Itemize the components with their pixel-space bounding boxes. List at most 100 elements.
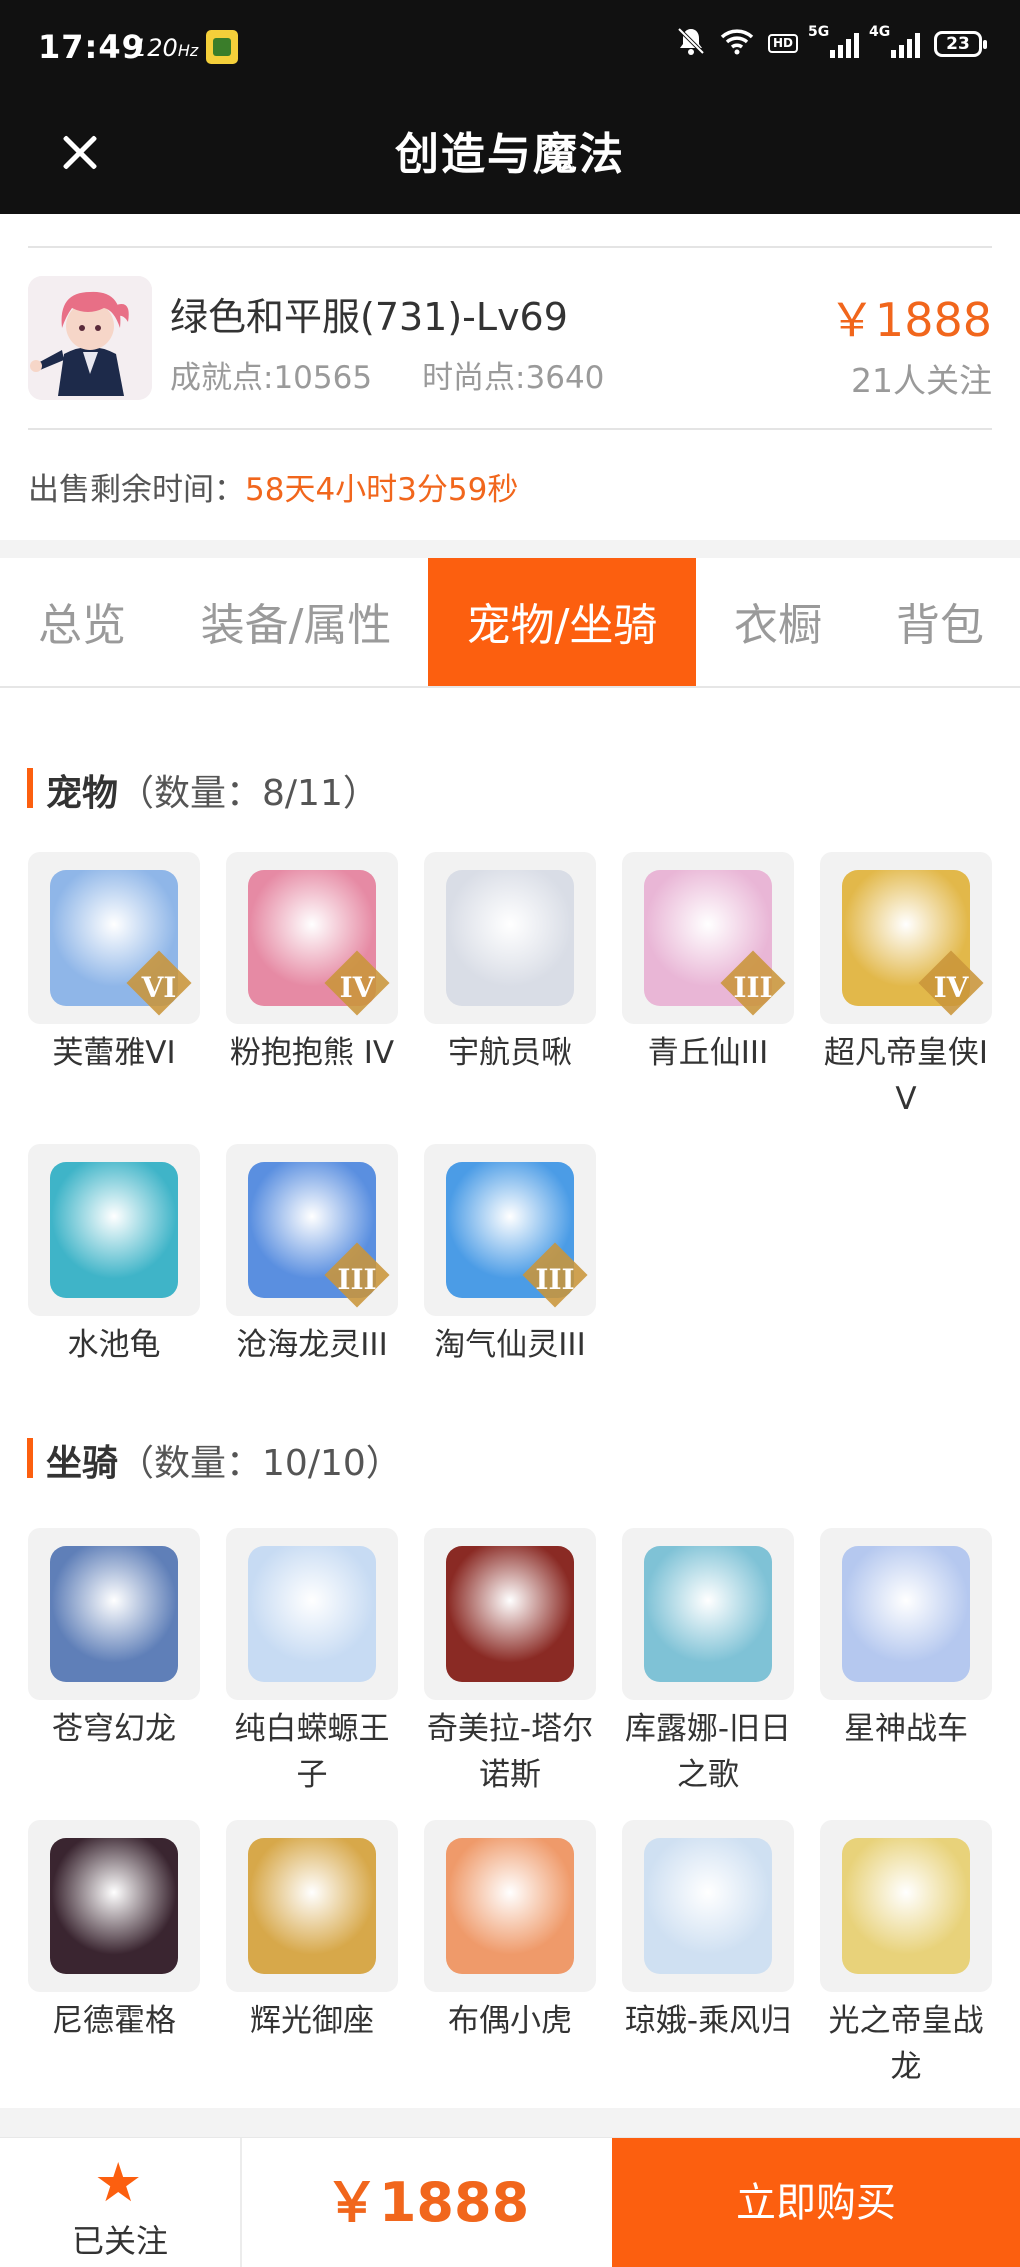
- title-bar: 创造与魔法: [0, 92, 1020, 214]
- grid-item[interactable]: IV 粉抱抱熊 IV: [226, 852, 398, 1076]
- grid-item[interactable]: 纯白蝾螈王子: [226, 1528, 398, 1798]
- item-name: 琼娥-乘风归: [624, 2003, 792, 2039]
- item-thumbnail: [622, 1820, 794, 1992]
- character-price: ￥1888: [828, 293, 992, 347]
- item-thumbnail: [622, 1528, 794, 1700]
- app-notification-icon: [206, 30, 238, 64]
- item-thumbnail: [226, 1820, 398, 1992]
- bottom-bar: ★ 已关注 ￥1888 立即购买: [0, 2137, 1020, 2267]
- item-name: 尼德霍格: [52, 2003, 176, 2039]
- grid-item[interactable]: 水池龟: [28, 1144, 200, 1368]
- achievement-points: 成就点:10565: [170, 360, 373, 396]
- item-art: [248, 1546, 376, 1682]
- item-thumbnail: [226, 1528, 398, 1700]
- item-name: 纯白蝾螈王子: [234, 1711, 390, 1793]
- mute-bell-icon: [676, 26, 706, 61]
- item-name: 光之帝皇战龙: [828, 2003, 984, 2085]
- grid-item[interactable]: 奇美拉-塔尔诺斯: [424, 1528, 596, 1798]
- item-thumbnail: [820, 1528, 992, 1700]
- item-thumbnail: IV: [820, 852, 992, 1024]
- grid-item[interactable]: 布偶小虎: [424, 1820, 596, 2044]
- item-name: 布偶小虎: [448, 2003, 572, 2039]
- character-avatar: [28, 276, 152, 400]
- item-name: 粉抱抱熊 IV: [229, 1035, 395, 1071]
- grid-item[interactable]: III 沧海龙灵III: [226, 1144, 398, 1368]
- item-thumbnail: [28, 1820, 200, 1992]
- grid-item[interactable]: III 淘气仙灵III: [424, 1144, 596, 1368]
- item-art: [50, 1162, 178, 1298]
- status-icons: HD 5G 4G 23: [676, 24, 987, 61]
- tab-overview[interactable]: 总览: [0, 558, 164, 686]
- item-name: 苍穹幻龙: [52, 1711, 176, 1747]
- item-name: 淘气仙灵III: [434, 1327, 586, 1363]
- grid-item[interactable]: VI 芙蕾雅VI: [28, 852, 200, 1076]
- page-title: 创造与魔法: [395, 129, 625, 180]
- item-name: 水池龟: [67, 1327, 161, 1363]
- mounts-count: （数量：10/10）: [118, 1443, 402, 1484]
- follow-button[interactable]: ★ 已关注: [0, 2138, 242, 2267]
- item-art: [50, 1838, 178, 1974]
- item-name: 青丘仙III: [647, 1035, 769, 1071]
- item-art: [644, 1838, 772, 1974]
- item-thumbnail: III: [424, 1144, 596, 1316]
- character-stats: 成就点:10565 时尚点:3640: [170, 352, 604, 397]
- hd-icon: HD: [767, 33, 798, 54]
- item-name: 芙蕾雅VI: [52, 1035, 176, 1071]
- item-name: 超凡帝皇侠IV: [823, 1035, 989, 1117]
- item-thumbnail: [424, 1528, 596, 1700]
- grid-item[interactable]: 苍穹幻龙: [28, 1528, 200, 1752]
- grid-item[interactable]: 光之帝皇战龙: [820, 1820, 992, 2090]
- tab-bar: 总览 装备/属性 宠物/坐骑 衣橱 背包: [0, 558, 1020, 688]
- item-name: 宇航员啾: [448, 1035, 572, 1071]
- grid-item[interactable]: 琼娥-乘风归: [622, 1820, 794, 2044]
- wifi-icon: [720, 27, 754, 60]
- item-thumbnail: III: [226, 1144, 398, 1316]
- item-name: 库露娜-旧日之歌: [624, 1711, 792, 1793]
- tab-backpack[interactable]: 背包: [860, 558, 1020, 686]
- character-card[interactable]: 绿色和平服(731)-Lv69 成就点:10565 时尚点:3640 ￥1888 …: [0, 214, 1020, 540]
- item-thumbnail: [28, 1528, 200, 1700]
- remaining-time: 出售剩余时间：58天4小时3分59秒: [28, 472, 519, 508]
- grid-item[interactable]: 星神战车: [820, 1528, 992, 1752]
- item-name: 沧海龙灵III: [236, 1327, 388, 1363]
- tab-wardrobe[interactable]: 衣橱: [696, 558, 860, 686]
- status-time: 17:49: [38, 28, 145, 66]
- buy-now-button[interactable]: 立即购买: [612, 2138, 1020, 2267]
- tier-badge-text: III: [535, 1263, 575, 1296]
- refresh-rate: 120Hz: [132, 34, 199, 62]
- signal-5g-icon: 5G: [808, 24, 859, 58]
- item-thumbnail: [424, 852, 596, 1024]
- grid-item[interactable]: IV 超凡帝皇侠IV: [820, 852, 992, 1122]
- remaining-time-value: 58天4小时3分59秒: [245, 472, 519, 508]
- item-name: 辉光御座: [250, 2003, 374, 2039]
- item-thumbnail: [424, 1820, 596, 1992]
- item-art: [842, 1546, 970, 1682]
- item-thumbnail: [28, 1144, 200, 1316]
- status-bar: 17:49 120Hz HD 5G 4G 23: [0, 0, 1020, 92]
- item-thumbnail: [820, 1820, 992, 1992]
- pets-section-title: 宠物（数量：8/11）: [27, 764, 379, 816]
- signal-4g-icon: 4G: [869, 24, 920, 58]
- tier-badge-text: III: [733, 971, 773, 1004]
- follower-count: 21人关注: [851, 361, 992, 400]
- item-art: [644, 1546, 772, 1682]
- grid-item[interactable]: 辉光御座: [226, 1820, 398, 2044]
- grid-item[interactable]: 尼德霍格: [28, 1820, 200, 2044]
- bottom-price: ￥1888: [324, 2171, 530, 2234]
- battery-icon: 23: [934, 30, 987, 57]
- grid-item[interactable]: 库露娜-旧日之歌: [622, 1528, 794, 1798]
- tier-badge-text: VI: [141, 971, 177, 1004]
- mounts-section-title: 坐骑（数量：10/10）: [27, 1434, 402, 1486]
- item-thumbnail: III: [622, 852, 794, 1024]
- tab-pets-mounts[interactable]: 宠物/坐骑: [428, 558, 696, 686]
- grid-item[interactable]: 宇航员啾: [424, 852, 596, 1076]
- fashion-points: 时尚点:3640: [422, 360, 605, 396]
- item-name: 奇美拉-塔尔诺斯: [426, 1711, 594, 1793]
- tier-badge-text: IV: [933, 971, 969, 1004]
- pets-count: （数量：8/11）: [118, 773, 379, 814]
- tab-equipment[interactable]: 装备/属性: [164, 558, 428, 686]
- grid-item[interactable]: III 青丘仙III: [622, 852, 794, 1076]
- tier-badge-text: IV: [339, 971, 375, 1004]
- item-art: [50, 1546, 178, 1682]
- item-art: [842, 1838, 970, 1974]
